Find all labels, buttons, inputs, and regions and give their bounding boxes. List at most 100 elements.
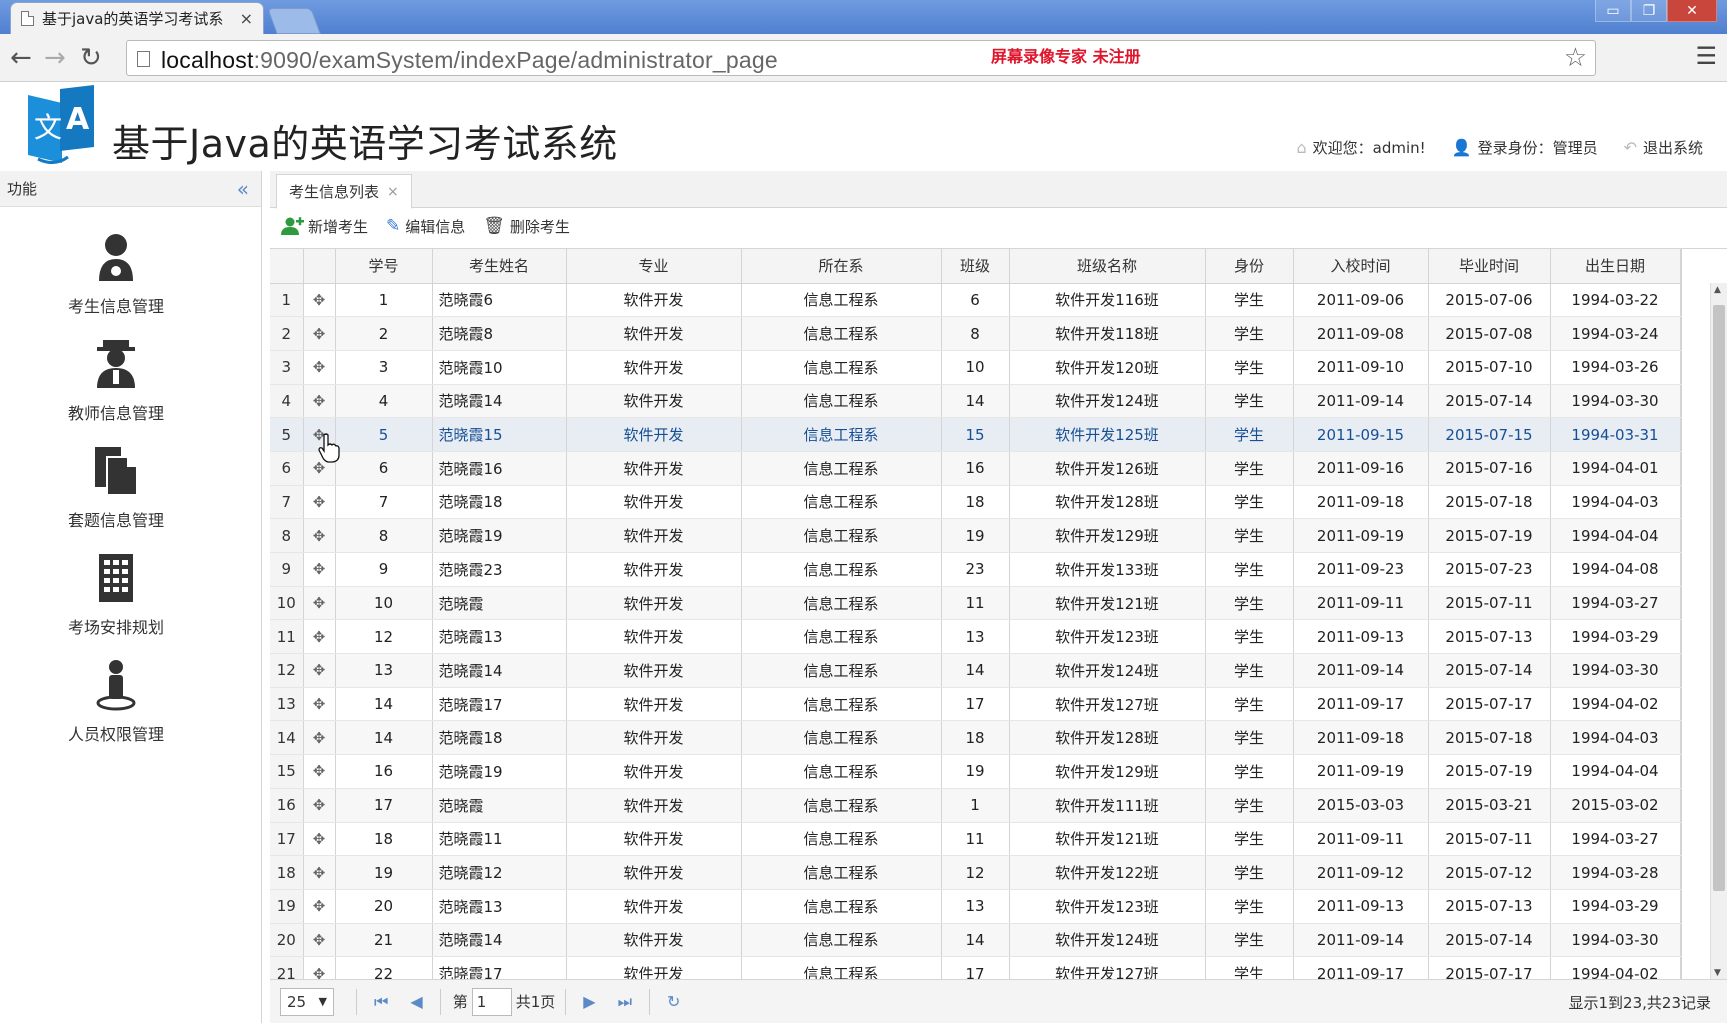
sidebar-item-permission[interactable]: 人员权限管理	[0, 659, 232, 745]
expand-icon[interactable]: ✥	[313, 864, 326, 882]
table-row[interactable]: 6 ✥ 6 范晓霞16 软件开发 信息工程系 16 软件开发126班 学生 2011-09-16 2…	[270, 451, 1682, 486]
table-row[interactable]: 19 ✥ 20 范晓霞13 软件开发 信息工程系 13 软件开发123班 学生 2011-09-1…	[270, 889, 1682, 924]
column-header[interactable]: 学号	[335, 249, 433, 284]
expand-icon[interactable]: ✥	[313, 965, 326, 979]
edit-info-button[interactable]: ✎ 编辑信息	[386, 216, 465, 237]
row-expand-cell[interactable]: ✥	[303, 687, 336, 722]
row-expand-cell[interactable]: ✥	[303, 350, 336, 385]
tab-close-icon[interactable]: ×	[240, 9, 253, 28]
table-row[interactable]: 18 ✥ 19 范晓霞12 软件开发 信息工程系 12 软件开发122班 学生 2011-09-1…	[270, 855, 1682, 890]
tab-student-list[interactable]: 考生信息列表 ×	[276, 174, 412, 209]
row-expand-cell[interactable]: ✥	[303, 653, 336, 688]
close-window-button[interactable]: ✕	[1667, 0, 1717, 22]
prev-page-icon[interactable]: ◀	[410, 992, 422, 1011]
row-expand-cell[interactable]: ✥	[303, 754, 336, 789]
next-page-icon[interactable]: ▶	[583, 992, 595, 1011]
row-expand-cell[interactable]: ✥	[303, 720, 336, 756]
expand-icon[interactable]: ✥	[313, 291, 326, 309]
column-header[interactable]: 班级	[941, 249, 1010, 284]
row-expand-cell[interactable]: ✥	[303, 586, 336, 621]
table-row[interactable]: 9 ✥ 9 范晓霞23 软件开发 信息工程系 23 软件开发133班 学生 2011-09-23 2…	[270, 552, 1682, 587]
table-row[interactable]: 11 ✥ 12 范晓霞13 软件开发 信息工程系 13 软件开发123班 学生 2011-09-1…	[270, 619, 1682, 655]
sidebar-item-student[interactable]: 考生信息管理	[0, 231, 232, 317]
expand-icon[interactable]: ✥	[313, 594, 326, 612]
row-expand-cell[interactable]: ✥	[303, 518, 336, 553]
expand-icon[interactable]: ✥	[313, 358, 326, 376]
browser-menu-icon[interactable]: ☰	[1695, 42, 1717, 70]
table-row[interactable]: 1 ✥ 1 范晓霞6 软件开发 信息工程系 6 软件开发116班 学生 2011-09-06 201…	[270, 283, 1682, 318]
table-row[interactable]: 7 ✥ 7 范晓霞18 软件开发 信息工程系 18 软件开发128班 学生 2011-09-18 2…	[270, 485, 1682, 520]
table-row[interactable]: 10 ✥ 10 范晓霞 软件开发 信息工程系 11 软件开发121班 学生 2011-09-11 2…	[270, 586, 1682, 621]
expand-icon[interactable]: ✥	[313, 830, 326, 848]
last-page-icon[interactable]: ⏭	[618, 992, 632, 1012]
tab-close-icon[interactable]: ×	[387, 184, 399, 200]
expand-icon[interactable]: ✥	[313, 527, 326, 545]
restore-button[interactable]: ❐	[1631, 0, 1667, 22]
column-header[interactable]: 所在系	[741, 249, 942, 284]
row-expand-cell[interactable]: ✥	[303, 822, 336, 857]
table-row[interactable]: 14 ✥ 14 范晓霞18 软件开发 信息工程系 18 软件开发128班 学生 2011-09-1…	[270, 720, 1682, 756]
add-student-button[interactable]: 新增考生	[280, 216, 368, 237]
scroll-down-icon[interactable]: ▼	[1714, 968, 1721, 978]
table-row[interactable]: 17 ✥ 18 范晓霞11 软件开发 信息工程系 11 软件开发121班 学生 2011-09-1…	[270, 822, 1682, 857]
sidebar-item-paper[interactable]: 套题信息管理	[0, 445, 232, 531]
column-header[interactable]: 身份	[1205, 249, 1294, 284]
reload-icon[interactable]: ↻	[80, 43, 102, 73]
row-expand-cell[interactable]: ✥	[303, 923, 336, 958]
expand-icon[interactable]: ✥	[313, 661, 326, 679]
column-header[interactable]: 毕业时间	[1428, 249, 1551, 284]
expand-icon[interactable]: ✥	[313, 897, 326, 915]
row-expand-cell[interactable]: ✥	[303, 619, 336, 655]
table-row[interactable]: 16 ✥ 17 范晓霞 软件开发 信息工程系 1 软件开发111班 学生 2015-03-03 20…	[270, 788, 1682, 823]
table-row[interactable]: 3 ✥ 3 范晓霞10 软件开发 信息工程系 10 软件开发120班 学生 2011-09-10 2…	[270, 350, 1682, 385]
expand-icon[interactable]: ✥	[313, 392, 326, 410]
expand-icon[interactable]: ✥	[313, 729, 326, 747]
expand-icon[interactable]: ✥	[313, 762, 326, 780]
refresh-icon[interactable]: ↻	[667, 992, 680, 1011]
minimize-button[interactable]: ▭	[1595, 0, 1631, 22]
row-expand-cell[interactable]: ✥	[303, 956, 336, 979]
table-row[interactable]: 21 ✥ 22 范晓霞17 软件开发 信息工程系 17 软件开发127班 学生 2011-09-1…	[270, 956, 1682, 979]
table-row[interactable]: 13 ✥ 14 范晓霞17 软件开发 信息工程系 17 软件开发127班 学生 2011-09-1…	[270, 687, 1682, 722]
expand-icon[interactable]: ✥	[313, 628, 326, 646]
delete-student-button[interactable]: 🗑 删除考生	[483, 216, 570, 237]
table-row[interactable]: 4 ✥ 4 范晓霞14 软件开发 信息工程系 14 软件开发124班 学生 2011-09-14 2…	[270, 384, 1682, 419]
browser-tab[interactable]: 基于java的英语学习考试系 ×	[10, 2, 264, 34]
new-tab-button[interactable]	[267, 8, 321, 34]
address-bar[interactable]: localhost:9090/examSystem/indexPage/admi…	[126, 40, 1596, 76]
row-expand-cell[interactable]: ✥	[303, 316, 336, 351]
expand-icon[interactable]: ✥	[313, 325, 326, 343]
row-expand-cell[interactable]: ✥	[303, 889, 336, 924]
page-number-input[interactable]: 1	[471, 987, 512, 1016]
column-header[interactable]: 专业	[566, 249, 742, 284]
table-row[interactable]: 5 ✥ 5 范晓霞15 软件开发 信息工程系 15 软件开发125班 学生 2011-09-15 2…	[270, 417, 1682, 452]
row-expand-cell[interactable]: ✥	[303, 552, 336, 587]
row-expand-cell[interactable]: ✥	[303, 855, 336, 890]
table-row[interactable]: 8 ✥ 8 范晓霞19 软件开发 信息工程系 19 软件开发129班 学生 2011-09-19 2…	[270, 518, 1682, 553]
row-expand-cell[interactable]: ✥	[303, 283, 336, 318]
scroll-up-icon[interactable]: ▲	[1714, 285, 1721, 295]
expand-icon[interactable]: ✥	[313, 560, 326, 578]
bookmark-star-icon[interactable]: ☆	[1564, 43, 1587, 73]
scroll-thumb[interactable]	[1713, 305, 1725, 891]
sidebar-item-teacher[interactable]: 教师信息管理	[0, 338, 232, 424]
column-header[interactable]: 班级名称	[1009, 249, 1206, 284]
expand-icon[interactable]: ✥	[313, 493, 326, 511]
back-icon[interactable]: ←	[10, 43, 32, 73]
column-header[interactable]: 出生日期	[1550, 249, 1681, 284]
table-row[interactable]: 12 ✥ 13 范晓霞14 软件开发 信息工程系 14 软件开发124班 学生 2011-09-1…	[270, 653, 1682, 688]
table-row[interactable]: 15 ✥ 16 范晓霞19 软件开发 信息工程系 19 软件开发129班 学生 2011-09-1…	[270, 754, 1682, 789]
first-page-icon[interactable]: ⏮	[374, 992, 388, 1012]
expand-icon[interactable]: ✥	[313, 796, 326, 814]
sidebar-item-exam-room[interactable]: 考场安排规划	[0, 552, 232, 638]
table-row[interactable]: 20 ✥ 21 范晓霞14 软件开发 信息工程系 14 软件开发124班 学生 2011-09-1…	[270, 923, 1682, 958]
row-expand-cell[interactable]: ✥	[303, 485, 336, 520]
collapse-icon[interactable]: «	[237, 177, 249, 201]
expand-icon[interactable]: ✥	[313, 695, 326, 713]
forward-icon[interactable]: →	[44, 43, 66, 73]
page-size-select[interactable]: 25 ▼	[280, 987, 334, 1016]
expand-icon[interactable]: ✥	[313, 931, 326, 949]
logout-link[interactable]: ↶ 退出系统	[1624, 137, 1703, 158]
table-row[interactable]: 2 ✥ 2 范晓霞8 软件开发 信息工程系 8 软件开发118班 学生 2011-09-08 201…	[270, 316, 1682, 351]
column-header[interactable]: 考生姓名	[432, 249, 567, 284]
